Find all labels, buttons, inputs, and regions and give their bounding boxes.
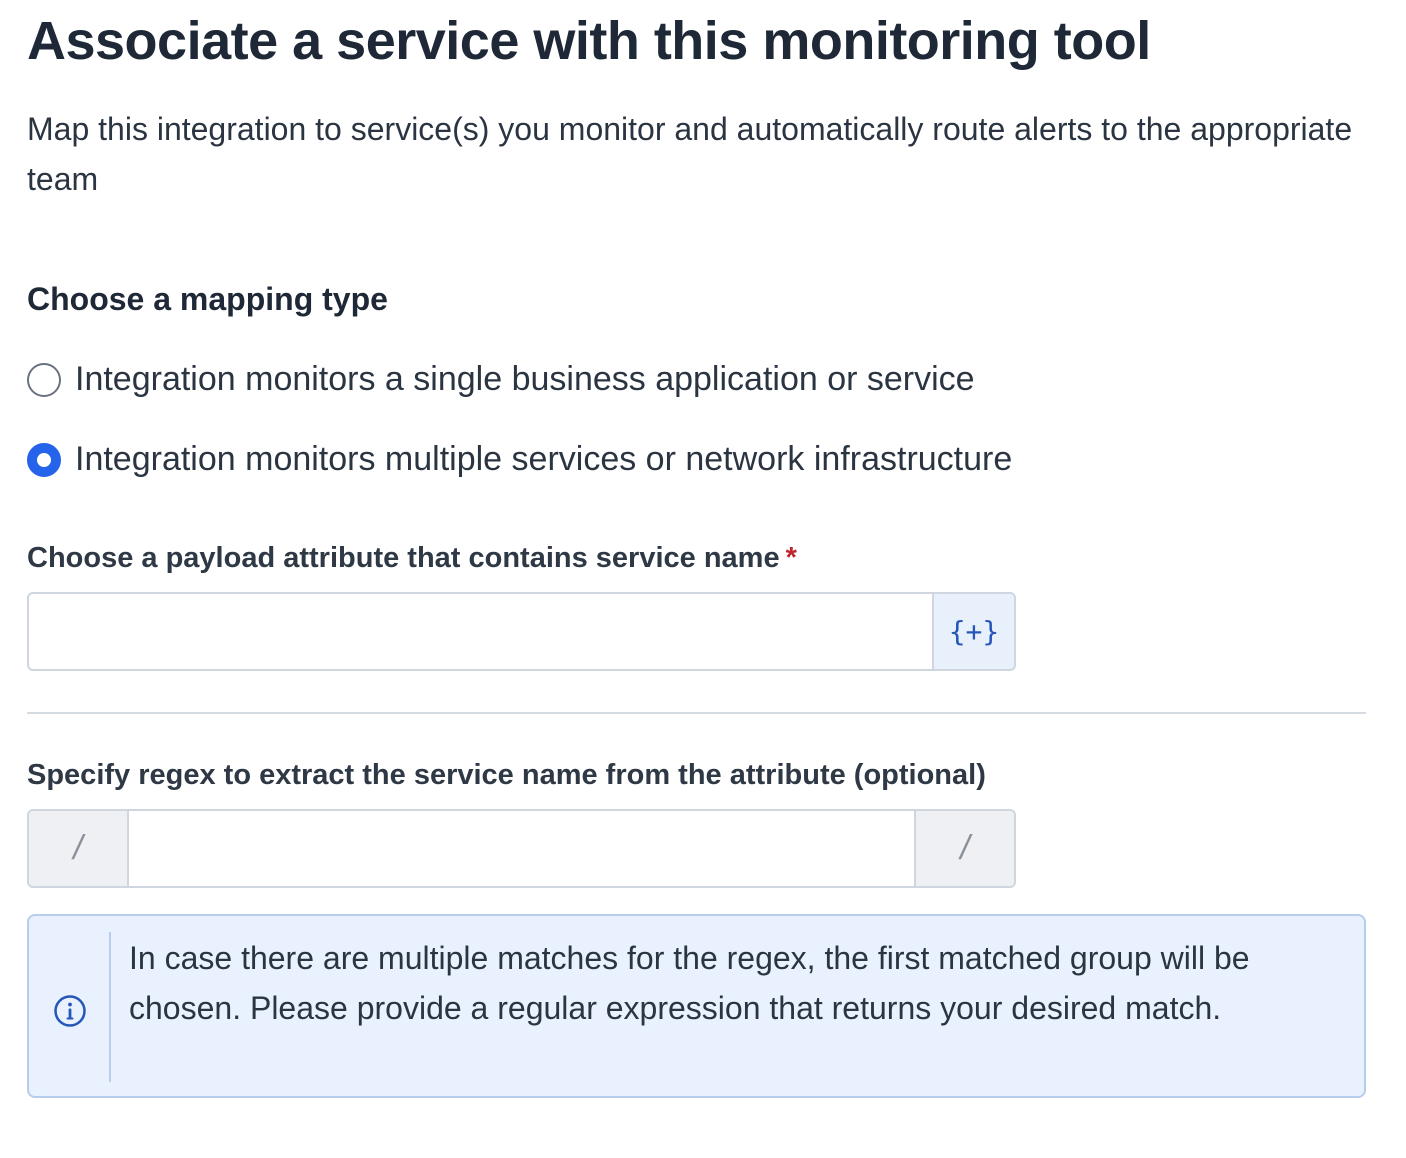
payload-attribute-label: Choose a payload attribute that contains… [27,542,797,575]
regex-suffix: / [914,811,1014,886]
page-subtitle: Map this integration to service(s) you m… [27,111,1353,197]
mapping-option-single-label: Integration monitors a single business a… [75,360,975,398]
payload-attribute-group: {+} [27,592,1016,671]
payload-attribute-input[interactable] [29,594,932,669]
info-callout: In case there are multiple matches for t… [27,914,1366,1098]
mapping-option-single[interactable]: Integration monitors a single business a… [27,360,975,399]
radio-unchecked[interactable] [27,362,61,397]
page-title: Associate a service with this monitoring… [27,11,1151,71]
regex-label: Specify regex to extract the service nam… [27,759,986,791]
regex-input[interactable] [129,811,914,886]
mapping-type-heading: Choose a mapping type [27,281,388,317]
mapping-option-multiple-label: Integration monitors multiple services o… [75,440,1013,478]
payload-attribute-label-text: Choose a payload attribute that contains… [27,542,780,574]
insert-variable-button[interactable]: {+} [932,594,1014,669]
radio-checked[interactable] [27,442,61,477]
info-separator [109,932,111,1082]
regex-group: / / [27,809,1016,888]
page: Associate a service with this monitoring… [0,0,1406,1158]
divider [27,712,1366,714]
regex-prefix: / [29,811,129,886]
mapping-option-multiple[interactable]: Integration monitors multiple services o… [27,440,1012,479]
info-icon [54,995,86,1027]
info-text: In case there are multiple matches for t… [129,940,1250,1026]
required-marker: * [785,542,797,574]
